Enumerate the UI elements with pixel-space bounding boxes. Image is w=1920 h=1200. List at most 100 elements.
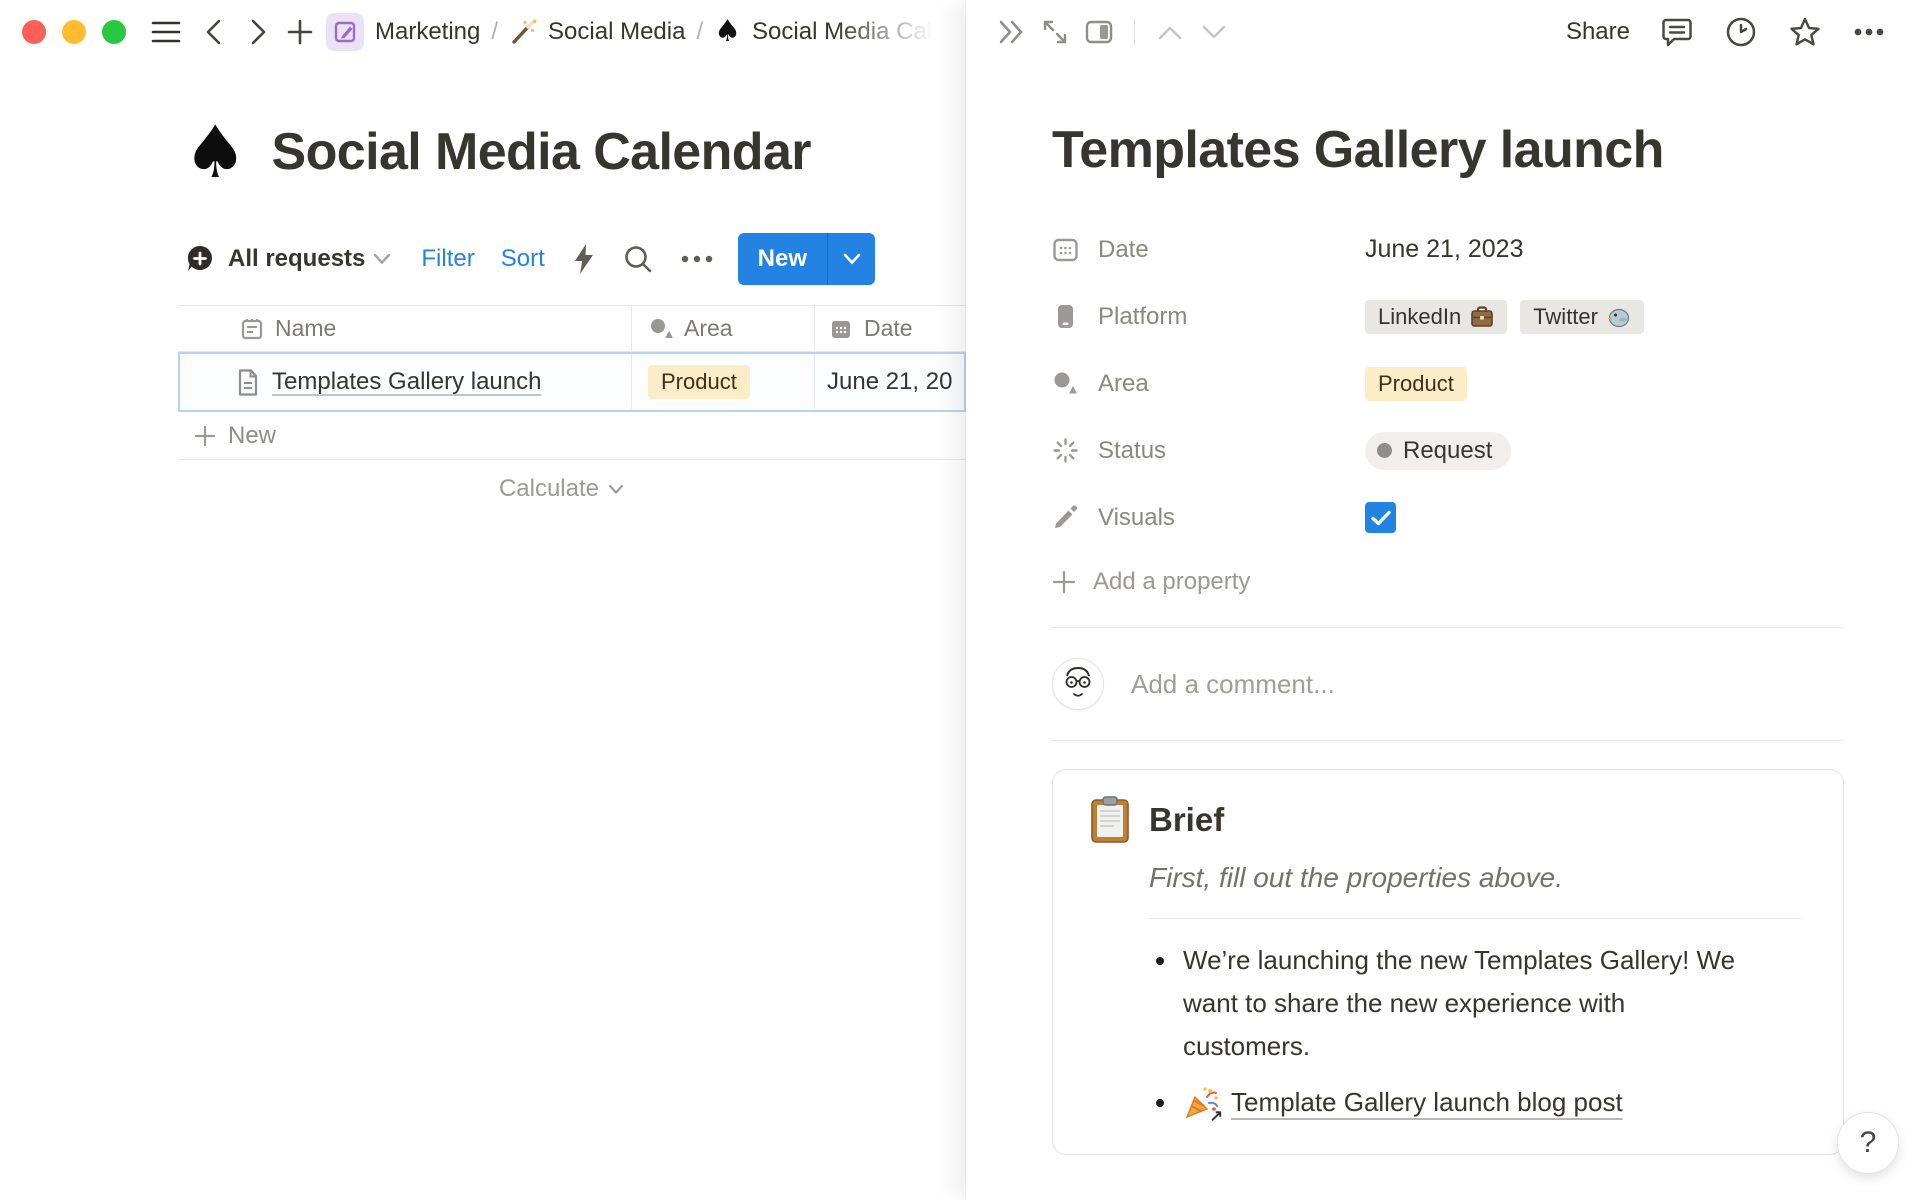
platform-tag-linkedin[interactable]: LinkedIn <box>1365 300 1507 334</box>
forward-icon[interactable] <box>240 14 276 50</box>
property-label-date[interactable]: Date <box>1052 236 1365 264</box>
plus-icon <box>194 425 216 447</box>
property-row-area: Area Product <box>1052 350 1844 417</box>
memo-icon[interactable] <box>326 13 364 51</box>
close-window-button[interactable] <box>22 20 46 44</box>
sort-button[interactable]: Sort <box>501 245 545 273</box>
chevron-down-icon[interactable] <box>373 253 391 265</box>
record-page-title[interactable]: Templates Gallery launch <box>1052 120 1844 180</box>
table-new-row-button[interactable]: New <box>178 412 966 460</box>
brief-bullet-list: We’re launching the new Templates Galler… <box>1149 939 1807 1124</box>
breadcrumb-item-marketing[interactable]: Marketing <box>375 18 480 46</box>
property-value-platform[interactable]: LinkedIn Twitter <box>1365 300 1644 334</box>
date-cell[interactable]: June 21, 20 <box>815 354 964 410</box>
comment-input[interactable]: Add a comment... <box>1131 669 1844 700</box>
back-icon[interactable] <box>196 14 232 50</box>
platform-tag-twitter[interactable]: Twitter <box>1520 300 1644 334</box>
view-selector[interactable]: All requests <box>228 245 365 273</box>
shapes-icon <box>649 317 673 341</box>
breadcrumb-separator: / <box>491 18 498 46</box>
minimize-window-button[interactable] <box>62 20 86 44</box>
area-tag-product[interactable]: Product <box>1365 367 1467 401</box>
brief-template-card: Brief First, fill out the properties abo… <box>1052 769 1844 1155</box>
property-value-visuals <box>1365 502 1396 533</box>
property-label-status[interactable]: Status <box>1052 437 1365 465</box>
page-more-options-icon[interactable] <box>1852 15 1886 49</box>
property-label-area[interactable]: Area <box>1052 370 1365 398</box>
area-tag-product[interactable]: Product <box>648 365 750 399</box>
comments-icon[interactable] <box>1660 15 1694 49</box>
share-button[interactable]: Share <box>1566 18 1630 46</box>
favorite-star-icon[interactable] <box>1788 15 1822 49</box>
page-title: Social Media Calendar <box>272 122 811 182</box>
status-pill-request[interactable]: Request <box>1365 432 1511 470</box>
new-record-button[interactable]: New <box>738 233 827 285</box>
property-label-visuals[interactable]: Visuals <box>1052 504 1365 532</box>
brief-hint-text[interactable]: First, fill out the properties above. <box>1149 862 1807 894</box>
page-header: ♠ Social Media Calendar <box>183 116 811 188</box>
previous-record-chevron-up-icon[interactable] <box>1153 15 1187 49</box>
new-record-dropdown[interactable] <box>827 233 875 285</box>
comment-composer: Add a comment... <box>1052 628 1844 740</box>
help-button[interactable]: ? <box>1837 1112 1899 1174</box>
more-options-icon[interactable] <box>680 254 714 264</box>
new-record-split-button: New <box>738 233 875 285</box>
table-row-templates-gallery-launch[interactable]: Templates Gallery launch Product June 21… <box>178 352 966 412</box>
property-value-area[interactable]: Product <box>1365 367 1467 401</box>
property-row-visuals: Visuals <box>1052 484 1844 551</box>
peek-page-content: Templates Gallery launch Date June 21, 2… <box>966 64 1920 1155</box>
expand-fullpage-icon[interactable] <box>1038 15 1072 49</box>
database-pane: Marketing / Social Media / ♠ Social Medi… <box>0 0 966 1200</box>
calculate-dropdown[interactable]: Calculate <box>178 460 632 518</box>
brief-bullet-item[interactable]: We’re launching the new Templates Galler… <box>1149 939 1807 1068</box>
calendar-icon <box>1052 236 1079 263</box>
page-icon-spade[interactable]: ♠ <box>183 116 248 188</box>
side-peek-panel: Share Templates Gallery launch <box>966 0 1920 1200</box>
column-header-name[interactable]: Name <box>178 306 632 351</box>
updates-clock-icon[interactable] <box>1724 15 1758 49</box>
zoom-window-button[interactable] <box>102 20 126 44</box>
column-header-area[interactable]: Area <box>632 306 815 351</box>
record-title[interactable]: Templates Gallery launch <box>272 368 541 396</box>
new-page-plus-icon[interactable] <box>282 14 318 50</box>
breadcrumb-item-social-media-calendar[interactable]: Social Media Cal <box>752 18 932 46</box>
window-controls <box>22 20 126 44</box>
plus-icon <box>1052 570 1076 594</box>
property-row-date: Date June 21, 2023 <box>1052 216 1844 283</box>
party-popper-icon: ↗ <box>1183 1085 1219 1121</box>
peek-topbar-right: Share <box>1566 15 1886 49</box>
property-value-status[interactable]: Request <box>1365 432 1511 470</box>
filter-button[interactable]: Filter <box>421 245 474 273</box>
calendar-icon <box>829 317 853 341</box>
brief-heading[interactable]: Brief <box>1149 801 1224 839</box>
close-peek-double-chevron-icon[interactable] <box>994 15 1028 49</box>
visuals-checkbox-checked[interactable] <box>1365 502 1396 533</box>
database-table: Name Area Date <box>178 305 966 518</box>
area-cell[interactable]: Product <box>632 354 815 410</box>
bird-icon <box>1607 306 1631 328</box>
property-value-date[interactable]: June 21, 2023 <box>1365 235 1523 264</box>
status-loading-icon <box>1052 437 1079 464</box>
peek-mode-sidebar-icon[interactable] <box>1082 15 1116 49</box>
divider <box>1149 918 1801 919</box>
shapes-icon <box>1052 370 1079 397</box>
hamburger-menu-icon[interactable] <box>148 14 184 50</box>
peek-topbar: Share <box>966 0 1920 64</box>
search-icon[interactable] <box>623 244 653 274</box>
user-avatar[interactable] <box>1052 658 1104 710</box>
clipboard-icon <box>1089 796 1131 844</box>
column-header-date[interactable]: Date <box>815 306 966 351</box>
title-property-icon <box>240 317 264 341</box>
database-toolbar: All requests Filter Sort New <box>185 232 875 286</box>
brief-heading-row: Brief <box>1089 796 1807 844</box>
add-property-button[interactable]: Add a property <box>1052 551 1844 613</box>
phone-icon <box>1052 303 1079 330</box>
divider <box>1050 740 1844 741</box>
brief-bullet-item[interactable]: ↗ Template Gallery launch blog post <box>1149 1081 1807 1124</box>
property-label-platform[interactable]: Platform <box>1052 303 1365 331</box>
breadcrumb-item-social-media[interactable]: Social Media <box>548 18 685 46</box>
name-cell[interactable]: Templates Gallery launch <box>180 354 632 410</box>
next-record-chevron-down-icon[interactable] <box>1197 15 1231 49</box>
automations-lightning-icon[interactable] <box>572 243 596 275</box>
blog-post-page-link[interactable]: Template Gallery launch blog post <box>1231 1081 1623 1124</box>
